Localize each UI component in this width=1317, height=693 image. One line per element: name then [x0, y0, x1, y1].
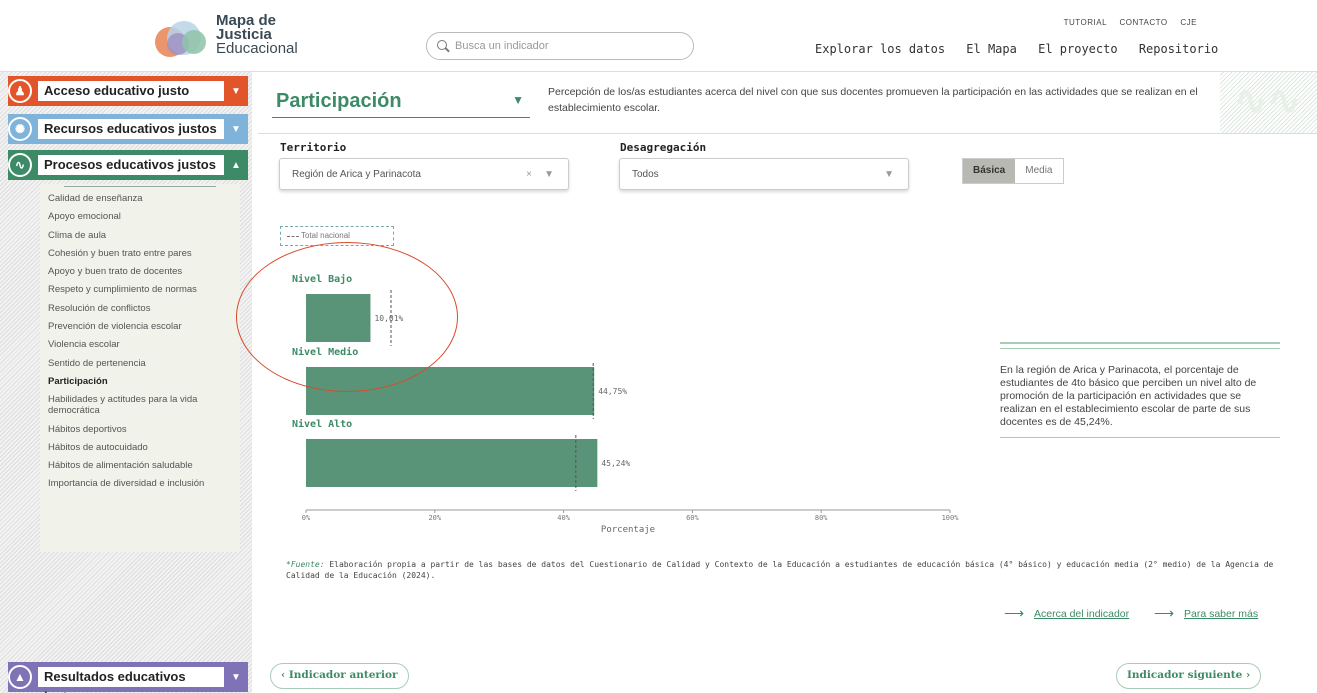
next-indicator-button[interactable]: Indicador siguiente › [1116, 663, 1262, 689]
sidebar-item-prevencion-violencia[interactable]: Prevención de violencia escolar [48, 321, 232, 332]
x-axis-label: Porcentaje [601, 525, 655, 535]
territorio-value: Región de Arica y Parinacota [292, 169, 421, 180]
info-panel: En la región de Arica y Parinacota, el p… [1000, 342, 1280, 438]
link-tutorial[interactable]: TUTORIAL [1064, 18, 1107, 27]
person-icon: ♟ [8, 79, 32, 103]
sidebar-item-calidad-ensenanza[interactable]: Calidad de enseñanza [48, 193, 232, 204]
nav-el-mapa[interactable]: El Mapa [966, 42, 1017, 56]
info-text: En la región de Arica y Parinacota, el p… [1000, 364, 1257, 428]
source-text: Elaboración propia a partir de las bases… [286, 560, 1274, 580]
source-label: *Fuente: [286, 560, 325, 569]
nav-explorar[interactable]: Explorar los datos [815, 42, 945, 56]
sidebar-section-label: Acceso educativo justo [38, 81, 224, 101]
wave-icon: ∿∿ [1234, 79, 1302, 123]
indicator-select[interactable]: Participación ▼ [272, 80, 530, 118]
x-tick-label: 20% [428, 514, 441, 522]
chevron-right-icon: › [1242, 669, 1251, 681]
chevron-left-icon: ‹ [281, 669, 289, 681]
next-label: Indicador siguiente [1127, 669, 1243, 681]
x-tick-label: 80% [815, 514, 828, 522]
chevron-down-icon: ▼ [231, 671, 241, 683]
sidebar-section-recursos[interactable]: ✺ Recursos educativos justos ▼ [8, 114, 248, 144]
sidebar-section-acceso[interactable]: ♟ Acceso educativo justo ▼ [8, 76, 248, 106]
bar-category-label: Nivel Alto [292, 418, 352, 430]
sidebar-section-label: Resultados educativos justos [38, 667, 224, 693]
indicator-description: Percepción de los/as estudiantes acerca … [548, 86, 1198, 114]
source-note: *Fuente: Elaboración propia a partir de … [286, 559, 1276, 581]
sidebar-item-habitos-alimentacion[interactable]: Hábitos de alimentación saludable [48, 460, 232, 471]
sidebar-item-cohesion[interactable]: Cohesión y buen trato entre pares [48, 248, 232, 259]
chevron-down-icon: ▼ [884, 169, 894, 180]
sidebar-item-apoyo-docentes[interactable]: Apoyo y buen trato de docentes [48, 266, 232, 277]
clear-icon[interactable]: × [526, 159, 532, 191]
desagregacion-value: Todos [632, 169, 659, 180]
x-tick-label: 100% [942, 514, 960, 522]
sidebar-section-label: Recursos educativos justos [38, 119, 224, 139]
sidebar-item-participacion[interactable]: Participación [48, 376, 232, 387]
arrow-right-icon: ⟶ [1154, 605, 1175, 621]
prev-label: Indicador anterior [288, 669, 398, 681]
sidebar-item-clima-aula[interactable]: Clima de aula [48, 230, 232, 241]
link-contacto[interactable]: CONTACTO [1119, 18, 1167, 27]
territorio-label: Territorio [280, 141, 347, 154]
header: Mapa de Justicia Educacional Busca un in… [0, 0, 1317, 72]
link-acerca-indicador[interactable]: Acerca del indicador [1034, 608, 1129, 620]
x-tick-label: 0% [302, 514, 311, 522]
site-logo[interactable]: Mapa de Justicia Educacional [148, 13, 298, 64]
logo-mark-icon [155, 21, 206, 57]
chevron-down-icon: ▼ [544, 169, 554, 180]
sidebar-item-resolucion-conflictos[interactable]: Resolución de conflictos [48, 303, 232, 314]
top-links: TUTORIAL CONTACTO CJE [1054, 18, 1197, 27]
sidebar: ♟ Acceso educativo justo ▼ ✺ Recursos ed… [0, 72, 252, 693]
nav-el-proyecto[interactable]: El proyecto [1038, 42, 1117, 56]
arrow-right-icon: ⟶ [1004, 605, 1025, 621]
decorative-pattern: ∿∿ [1220, 72, 1317, 134]
toggle-media[interactable]: Media [1015, 159, 1063, 183]
chevron-down-icon: ▼ [231, 123, 241, 135]
sidebar-item-apoyo-emocional[interactable]: Apoyo emocional [48, 211, 232, 222]
search-icon [437, 40, 447, 50]
wave-icon: ∿ [8, 153, 32, 177]
bar [306, 439, 598, 487]
desagregacion-label: Desagregación [620, 141, 707, 154]
chevron-down-icon: ▼ [231, 85, 241, 97]
sidebar-item-sentido-pertenencia[interactable]: Sentido de pertenencia [48, 358, 232, 369]
sidebar-item-habitos-autocuidado[interactable]: Hábitos de autocuidado [48, 442, 232, 453]
prev-indicator-button[interactable]: ‹ Indicador anterior [270, 663, 409, 689]
sidebar-submenu: Calidad de enseñanza Apoyo emocional Cli… [40, 184, 240, 552]
mountain-icon: ▲ [8, 665, 32, 689]
divider [258, 133, 1317, 134]
annotation-circle [236, 242, 458, 392]
divider [64, 186, 216, 187]
link-saber-mas[interactable]: Para saber más [1184, 608, 1258, 620]
logo-text: Mapa de Justicia Educacional [216, 13, 298, 57]
sidebar-section-resultados[interactable]: ▲ Resultados educativos justos ▼ [8, 662, 248, 693]
link-cje[interactable]: CJE [1180, 18, 1197, 27]
sidebar-item-habilidades-democraticas[interactable]: Habilidades y actitudes para la vida dem… [48, 394, 232, 416]
sidebar-item-diversidad-inclusion[interactable]: Importancia de diversidad e inclusión [48, 478, 232, 489]
chevron-down-icon: ▼ [512, 93, 524, 107]
bar-value-label: 44,75% [598, 387, 627, 396]
main-nav: Explorar los datos El Mapa El proyecto R… [815, 42, 1232, 56]
sidebar-section-label: Procesos educativos justos [38, 155, 224, 175]
x-tick-label: 40% [557, 514, 570, 522]
search-input[interactable]: Busca un indicador [426, 32, 694, 60]
bar-value-label: 45,24% [601, 459, 630, 468]
logo-line-3: Educacional [216, 40, 298, 57]
territorio-select[interactable]: Región de Arica y Parinacota × ▼ [279, 158, 569, 190]
sidebar-item-respeto-normas[interactable]: Respeto y cumplimiento de normas [48, 284, 232, 295]
gear-icon: ✺ [8, 117, 32, 141]
sidebar-section-procesos[interactable]: ∿ Procesos educativos justos ▲ [8, 150, 248, 180]
sidebar-item-habitos-deportivos[interactable]: Hábitos deportivos [48, 424, 232, 435]
chevron-up-icon: ▲ [231, 159, 241, 171]
toggle-basica[interactable]: Básica [963, 159, 1016, 183]
sidebar-item-violencia-escolar[interactable]: Violencia escolar [48, 339, 232, 350]
desagregacion-select[interactable]: Todos ▼ [619, 158, 909, 190]
nav-repositorio[interactable]: Repositorio [1139, 42, 1218, 56]
indicator-title: Participación [276, 90, 402, 112]
level-toggle: Básica Media [962, 158, 1064, 184]
search-placeholder: Busca un indicador [455, 40, 549, 52]
x-tick-label: 60% [686, 514, 699, 522]
